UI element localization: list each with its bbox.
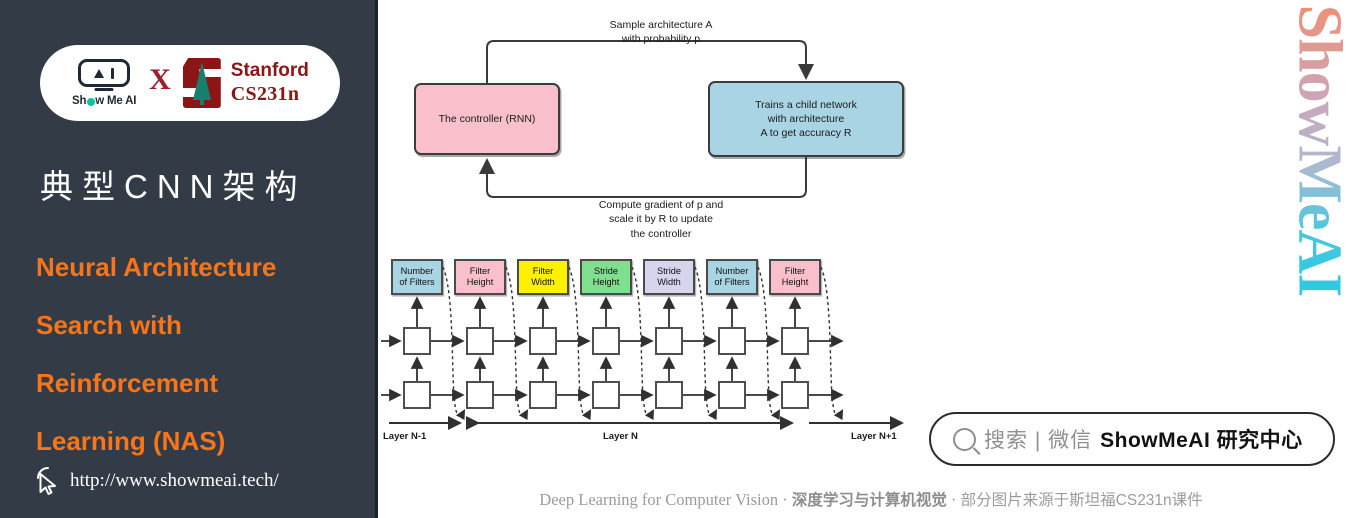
footer-sep-2: · — [951, 490, 957, 509]
rnn-cell — [466, 327, 494, 355]
layer-label-next: Layer N+1 — [851, 431, 897, 442]
rnn-param-line-2: Width — [657, 277, 681, 287]
brand-wordmark: Sh w Me AI — [72, 95, 136, 107]
website-link[interactable]: http://www.showmeai.tech/ — [34, 466, 279, 496]
bar-icon — [110, 67, 115, 79]
footer-caption: Deep Learning for Computer Vision · 深度学习… — [381, 488, 1361, 510]
page-title: 典型CNN架构 — [40, 168, 307, 205]
footer-chinese-light: 部分图片来源于斯坦福CS231n课件 — [960, 492, 1203, 509]
logo-badge: Sh w Me AI X Stanford CS231n — [40, 45, 340, 121]
rnn-param-line-1: Number — [715, 265, 749, 276]
globe-dot-icon — [86, 98, 95, 106]
stanford-tree-icon — [182, 58, 221, 108]
subtitle-line-3: Reinforcement — [36, 368, 219, 398]
nas-loop-diagram: Sample architecture A with probability p… — [381, 0, 941, 250]
rnn-param-line-2: Height — [781, 277, 809, 287]
wechat-search-label: 搜索 | 微信 — [984, 429, 1093, 452]
partner-line-1: Stanford — [230, 60, 309, 82]
rnn-param-line-1: Filter — [784, 265, 806, 276]
flow-bottom-label: Compute gradient of p and scale it by R … — [556, 198, 766, 241]
flow-bottom-label-line-2: scale it by R to update — [609, 213, 713, 226]
rnn-param-line-2: of Filters — [714, 277, 750, 287]
slide-root: Sh w Me AI X Stanford CS231n 典型CNN架构 Neur… — [0, 0, 1361, 518]
rnn-cell — [403, 327, 431, 355]
rnn-param-line-2: of Filters — [399, 277, 435, 287]
child-network-box: Trains a child network with architecture… — [708, 81, 904, 157]
click-cursor-icon — [37, 467, 56, 495]
showmeai-watermark: ShowMeAI — [1283, 5, 1355, 300]
rnn-param-line-2: Height — [592, 277, 620, 287]
rnn-param-line-1: Filter — [532, 265, 554, 276]
rnn-cell — [592, 327, 620, 355]
rnn-cell — [718, 381, 746, 409]
rnn-cell — [781, 381, 809, 409]
caret-icon — [93, 68, 104, 78]
rnn-param-box: Stride Height — [580, 259, 632, 295]
rnn-cell — [529, 327, 557, 355]
rnn-param-line-2: Width — [531, 277, 555, 287]
rnn-param-box: Number of Filters — [391, 259, 443, 295]
rnn-param-line-1: Number — [400, 265, 434, 276]
brand-text-rest: w Me AI — [95, 95, 137, 107]
subtitle-line-1: Neural Architecture — [36, 252, 277, 282]
showmeai-mark-icon — [78, 59, 131, 87]
tree-trunk-icon — [199, 97, 204, 105]
main-content: Sample architecture A with probability p… — [381, 0, 1361, 518]
footer-english: Deep Learning for Computer Vision — [539, 490, 779, 509]
rnn-param-line-1: Filter — [469, 265, 491, 276]
rnn-cell — [718, 327, 746, 355]
subtitle-line-4: Learning (NAS) — [36, 426, 226, 456]
wechat-account-name: ShowMeAI 研究中心 — [1100, 429, 1303, 452]
controller-box-label: The controller (RNN) — [438, 112, 536, 125]
rnn-param-box: Filter Height — [454, 259, 506, 295]
controller-box: The controller (RNN) — [414, 83, 560, 155]
flow-bottom-label-line-3: the controller — [630, 227, 692, 240]
rnn-param-line-1: Stride — [593, 265, 618, 276]
rnn-cell — [781, 327, 809, 355]
wechat-search-pill[interactable]: 搜索 | 微信 ShowMeAI 研究中心 — [929, 412, 1335, 466]
rnn-param-box: Stride Width — [643, 259, 695, 295]
rnn-param-line-1: Stride — [656, 265, 681, 276]
cross-symbol: X — [149, 63, 171, 96]
watermark-text: ShowMeAI — [1285, 4, 1354, 297]
partner-line-2: CS231n — [230, 83, 300, 106]
layer-label-current: Layer N — [603, 431, 638, 442]
rnn-cell — [655, 381, 683, 409]
rnn-cell — [592, 381, 620, 409]
rnn-cell — [655, 327, 683, 355]
tree-icon — [192, 62, 211, 100]
child-box-line-2: with architecture — [767, 112, 845, 125]
child-box-line-1: Trains a child network — [755, 98, 857, 111]
rnn-cell — [403, 381, 431, 409]
rnn-unrolled-diagram: Number of Filters Filter Height Filter Width S… — [381, 255, 941, 450]
rnn-cell — [466, 381, 494, 409]
rnn-param-line-2: Height — [466, 277, 494, 287]
flow-top-label: Sample architecture A with probability p — [561, 18, 761, 47]
brand-text-show: Sh — [71, 95, 87, 107]
partner-label: Stanford CS231n — [231, 59, 309, 107]
magnifier-icon — [953, 427, 976, 451]
flow-top-label-line-1: Sample architecture A — [609, 19, 713, 31]
layer-label-prev: Layer N-1 — [383, 431, 427, 442]
website-url-text: http://www.showmeai.tech/ — [70, 470, 279, 491]
subtitle-block: Neural Architecture Search with Reinforc… — [36, 238, 366, 470]
rnn-param-box: Filter Height — [769, 259, 821, 295]
showmeai-logo-icon: Sh w Me AI — [71, 59, 137, 107]
subtitle-line-2: Search with — [36, 310, 182, 340]
footer-chinese-bold: 深度学习与计算机视觉 — [791, 492, 947, 509]
flow-top-label-line-2: with probability p — [621, 33, 701, 46]
sidebar: Sh w Me AI X Stanford CS231n 典型CNN架构 Neur… — [0, 0, 378, 518]
child-box-line-3: A to get accuracy R — [760, 127, 852, 140]
rnn-cell — [529, 381, 557, 409]
flow-bottom-label-line-1: Compute gradient of p and — [598, 199, 724, 211]
rnn-param-box: Number of Filters — [706, 259, 758, 295]
rnn-param-box: Filter Width — [517, 259, 569, 295]
footer-sep-1: · — [782, 490, 788, 509]
